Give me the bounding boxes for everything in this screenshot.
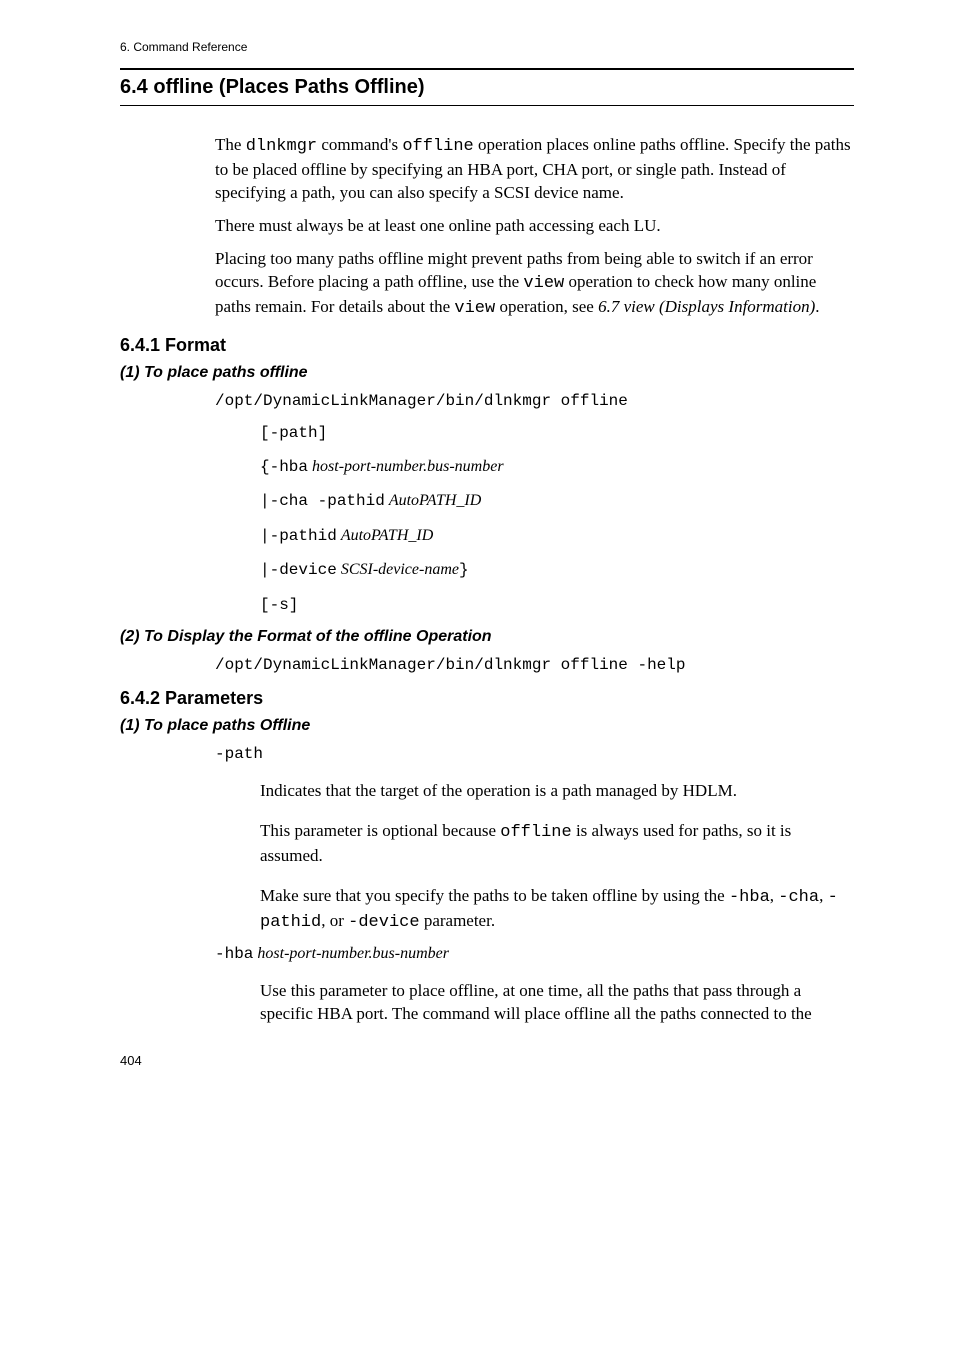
text: , <box>770 886 779 905</box>
text: parameter. <box>420 911 496 930</box>
text: This parameter is optional because <box>260 821 500 840</box>
inline-code: -cha <box>778 888 819 907</box>
param-desc: Make sure that you specify the paths to … <box>260 885 854 935</box>
syntax-option: |-cha -pathid AutoPATH_ID <box>260 490 854 512</box>
placeholder-text: host-port-number.bus-number <box>257 945 449 962</box>
syntax-option: {-hba host-port-number.bus-number <box>260 456 854 478</box>
code-token: [-s] <box>260 596 298 614</box>
code-token: {-hba <box>260 458 308 476</box>
placeholder-text: host-port-number.bus-number <box>312 458 504 475</box>
page-container: 6. Command Reference 6.4 offline (Places… <box>0 0 954 1108</box>
syntax-option: [-s] <box>260 594 854 616</box>
intro-para-3: Placing too many paths offline might pre… <box>215 248 854 321</box>
inline-code: view <box>523 274 564 293</box>
inline-code: offline <box>402 137 473 156</box>
text: , <box>819 886 828 905</box>
text: The <box>215 135 246 154</box>
code-token: -hba <box>215 945 253 963</box>
code-token: -path <box>215 745 263 763</box>
inline-code: -hba <box>729 888 770 907</box>
format-heading: 6.4.1 Format <box>120 335 854 356</box>
param-desc: Use this parameter to place offline, at … <box>260 980 854 1026</box>
parameters-sub-1: (1) To place paths Offline <box>120 717 854 735</box>
inline-code: dlnkmgr <box>246 137 317 156</box>
placeholder-text: AutoPATH_ID <box>341 527 433 544</box>
param-name-hba: -hba host-port-number.bus-number <box>215 945 854 963</box>
inline-code: view <box>454 299 495 318</box>
code-token: [-path] <box>260 424 327 442</box>
command-line: /opt/DynamicLinkManager/bin/dlnkmgr offl… <box>215 656 854 674</box>
running-header: 6. Command Reference <box>120 40 854 54</box>
intro-para-2: There must always be at least one online… <box>215 215 854 238</box>
code-token: |-device <box>260 561 337 579</box>
format-sub-1: (1) To place paths offline <box>120 364 854 382</box>
text: operation, see <box>495 297 598 316</box>
param-name-path: -path <box>215 745 854 763</box>
intro-block: The dlnkmgr command's offline operation … <box>215 134 854 321</box>
text: command's <box>317 135 402 154</box>
format-sub-2: (2) To Display the Format of the offline… <box>120 628 854 646</box>
cross-reference: 6.7 view (Displays Information) <box>598 297 815 316</box>
text: Make sure that you specify the paths to … <box>260 886 729 905</box>
inline-code: offline <box>500 823 571 842</box>
inline-code: -device <box>348 913 419 932</box>
section-title: 6.4 offline (Places Paths Offline) <box>120 68 854 106</box>
param-desc: Indicates that the target of the operati… <box>260 780 854 803</box>
param-desc: This parameter is optional because offli… <box>260 820 854 868</box>
placeholder-text: SCSI-device-name <box>341 561 459 578</box>
code-token: } <box>459 561 469 579</box>
command-line: /opt/DynamicLinkManager/bin/dlnkmgr offl… <box>215 392 854 410</box>
syntax-option: |-device SCSI-device-name} <box>260 559 854 581</box>
text: , or <box>321 911 348 930</box>
text: . <box>815 297 819 316</box>
syntax-option: [-path] <box>260 422 854 444</box>
placeholder-text: AutoPATH_ID <box>389 492 481 509</box>
intro-para-1: The dlnkmgr command's offline operation … <box>215 134 854 205</box>
parameters-heading: 6.4.2 Parameters <box>120 688 854 709</box>
code-token: |-cha -pathid <box>260 492 385 510</box>
code-token: |-pathid <box>260 527 337 545</box>
syntax-option: |-pathid AutoPATH_ID <box>260 525 854 547</box>
page-number: 404 <box>120 1053 854 1068</box>
